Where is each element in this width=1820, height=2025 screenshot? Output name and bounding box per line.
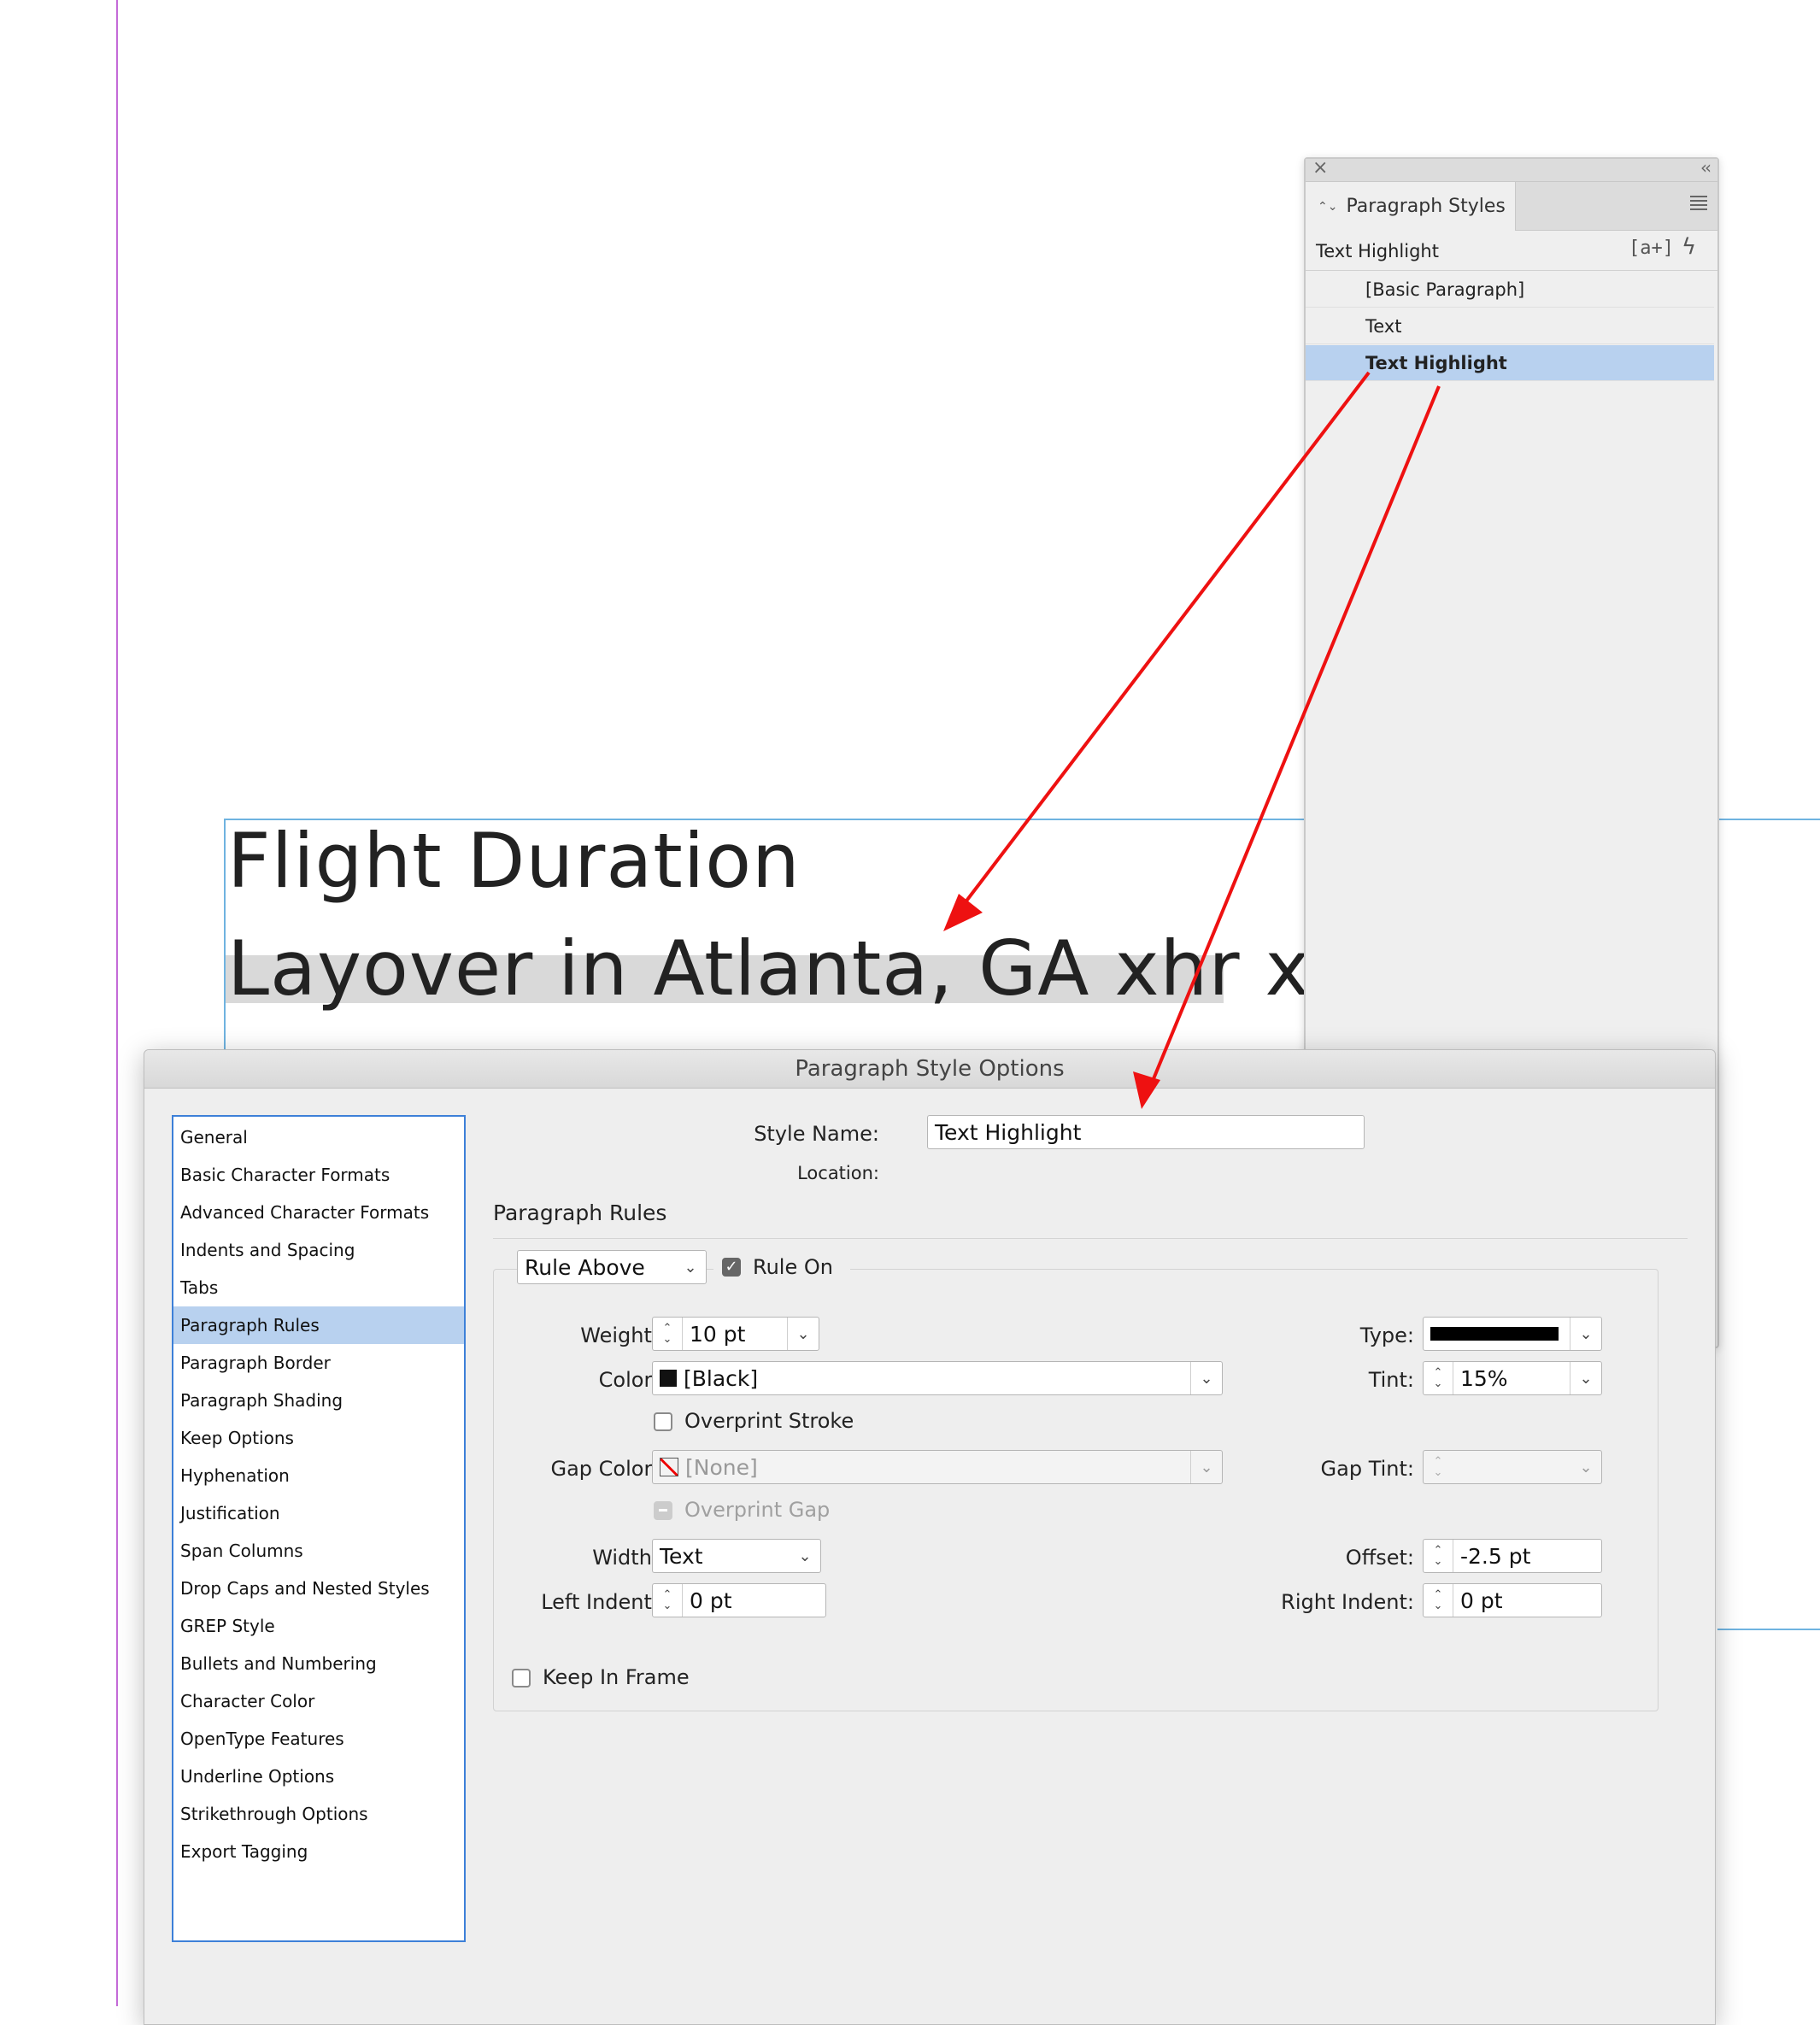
annotation-arrows (943, 371, 1441, 1109)
annotation-arrow-to-style-name (1145, 385, 1441, 1096)
annotation-arrowhead-text (943, 894, 983, 931)
layout-canvas: Flight Duration Layover in Atlanta, GA x… (0, 0, 1820, 2025)
annotation-arrow-to-text (947, 371, 1371, 926)
annotation-arrowhead-style-name (1133, 1071, 1160, 1109)
